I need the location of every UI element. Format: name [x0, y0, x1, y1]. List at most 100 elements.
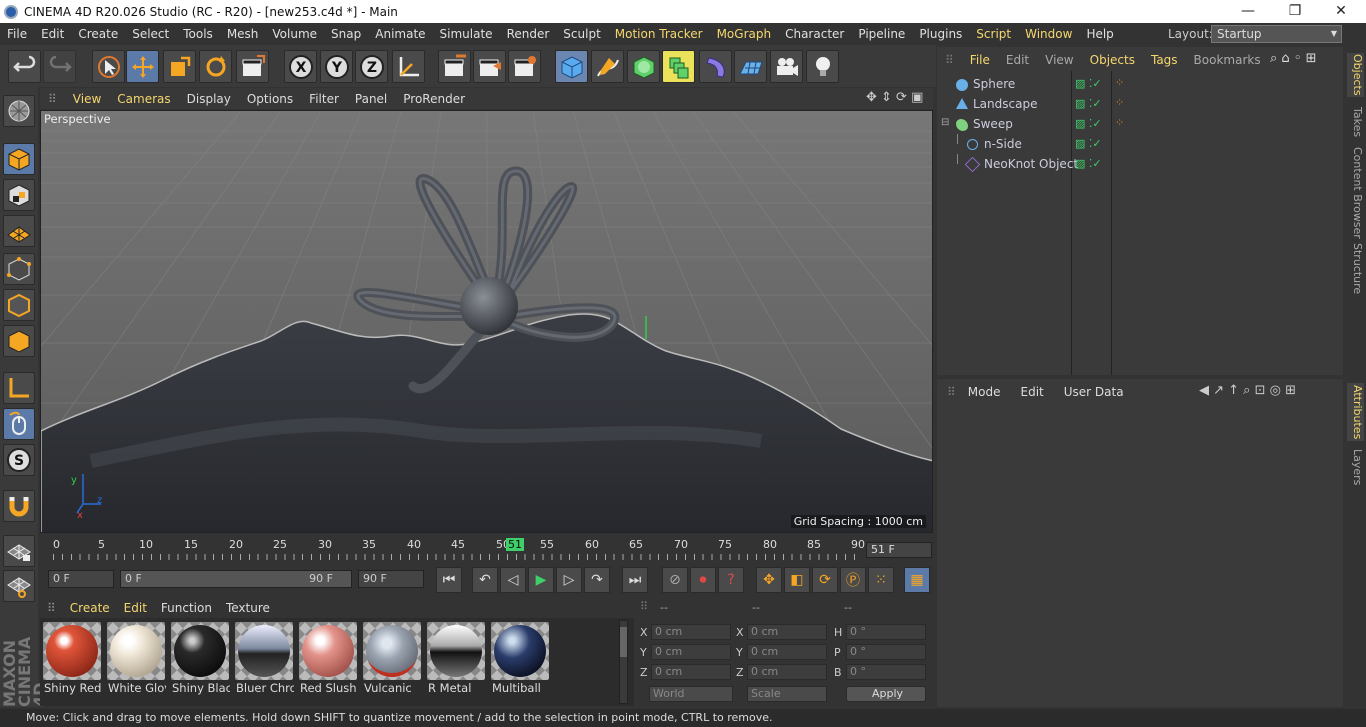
material-tag-icon[interactable]: ⁘ — [1115, 96, 1124, 109]
current-frame-field[interactable]: 51 F — [866, 542, 932, 558]
object-row-neoknot[interactable]: NeoKnot Object ▨ ⁚✓ — [937, 154, 1343, 174]
menu-help[interactable]: Help — [1079, 27, 1120, 41]
cube-object-button[interactable] — [555, 50, 588, 83]
tab-content-browser[interactable]: Content Browser — [1347, 147, 1364, 239]
visibility-flags[interactable]: ▨ ⁚✓ — [1075, 117, 1102, 130]
material-scrollbar[interactable] — [619, 620, 628, 704]
material-swatch[interactable]: Multiball — [490, 621, 550, 698]
frame-range-slider[interactable]: 0 F 90 F — [120, 570, 352, 588]
go-to-end-button[interactable]: ⏭ — [622, 567, 648, 593]
position-x-field[interactable]: 0 cm — [651, 624, 731, 640]
attrmgr-navigation-icons[interactable]: ◀ ↗ ↑ ⌕ ⊡ ◎ ⊞ — [1199, 383, 1296, 398]
tab-layers[interactable]: Layers — [1347, 449, 1364, 485]
key-scale-button[interactable]: ◧ — [784, 567, 810, 593]
size-x-field[interactable]: 0 cm — [747, 624, 827, 640]
array-mograph-button[interactable] — [662, 50, 695, 83]
viewport-menu-panel[interactable]: Panel — [347, 92, 395, 106]
previous-frame-button[interactable]: ◁ — [500, 567, 526, 593]
timeline-window-button[interactable]: ▦ — [904, 567, 930, 593]
objmgr-menu-tags[interactable]: Tags — [1143, 53, 1186, 67]
end-frame-field[interactable]: 90 F — [358, 570, 424, 588]
viewport-menu-options[interactable]: Options — [239, 92, 301, 106]
record-disabled-button[interactable]: ⊘ — [662, 567, 688, 593]
material-swatch[interactable]: Shiny Black — [170, 621, 230, 698]
object-row-sweep[interactable]: ⊟ Sweep ▨ ⁚✓ ⁘ — [937, 114, 1343, 134]
menu-sculpt[interactable]: Sculpt — [556, 27, 607, 41]
objmgr-menu-view[interactable]: View — [1037, 53, 1081, 67]
menu-render[interactable]: Render — [500, 27, 557, 41]
material-tag-icon[interactable]: ⁘ — [1115, 116, 1124, 129]
tweak-mode-button[interactable] — [3, 408, 35, 440]
light-object-button[interactable] — [806, 50, 839, 83]
viewport-menu-filter[interactable]: Filter — [301, 92, 347, 106]
material-swatch[interactable]: Shiny Red — [42, 621, 102, 698]
redo-button[interactable] — [43, 50, 76, 83]
y-axis-lock-button[interactable]: Y — [320, 50, 353, 83]
next-frame-button[interactable]: ▷ — [556, 567, 582, 593]
size-y-field[interactable]: 0 cm — [747, 644, 827, 660]
menu-snap[interactable]: Snap — [324, 27, 368, 41]
close-button[interactable]: ✕ — [1318, 0, 1364, 23]
material-swatch[interactable]: White Glov — [106, 621, 166, 698]
key-position-button[interactable]: ✥ — [756, 567, 782, 593]
timeline-ruler[interactable]: 0 5 10 15 20 25 30 35 40 45 50 51 55 60 … — [40, 535, 933, 565]
workplane-mode-button[interactable] — [3, 215, 35, 247]
object-row-n-side[interactable]: n-Side ▨ ⁚✓ — [937, 134, 1343, 154]
live-selection-button[interactable] — [92, 50, 125, 83]
key-rotation-button[interactable]: ⟳ — [812, 567, 838, 593]
objmgr-menu-objects[interactable]: Objects — [1082, 53, 1143, 67]
menu-edit[interactable]: Edit — [34, 27, 71, 41]
key-parameter-button[interactable]: Ⓟ — [840, 567, 866, 593]
planar-workplane-button[interactable] — [3, 570, 35, 602]
material-menu-create[interactable]: Create — [63, 601, 117, 615]
render-settings-button[interactable] — [508, 50, 541, 83]
floor-environment-button[interactable] — [734, 50, 767, 83]
tab-structure[interactable]: Structure — [1347, 243, 1364, 295]
tab-attributes[interactable]: Attributes — [1347, 383, 1364, 441]
make-editable-button[interactable] — [3, 95, 35, 127]
move-tool-button[interactable] — [126, 50, 159, 83]
objmgr-menu-file[interactable]: File — [962, 53, 998, 67]
menu-file[interactable]: File — [0, 27, 34, 41]
points-mode-button[interactable] — [3, 253, 35, 285]
record-active-objects-button[interactable]: ⏺ — [690, 567, 716, 593]
edges-mode-button[interactable] — [3, 289, 35, 321]
scrollbar-thumb[interactable] — [620, 627, 627, 657]
menu-mesh[interactable]: Mesh — [220, 27, 266, 41]
model-mode-button[interactable] — [3, 143, 35, 175]
snapping-button[interactable]: S — [3, 444, 35, 476]
go-to-start-button[interactable]: ⏮ — [436, 567, 462, 593]
attrmgr-menu-user-data[interactable]: User Data — [1054, 385, 1134, 399]
playhead-marker[interactable]: 51 — [506, 538, 524, 551]
objmgr-search-home-icons[interactable]: ⌕ ⌂ ◦ ⊞ — [1270, 51, 1317, 66]
rotation-b-field[interactable]: 0 ° — [846, 664, 926, 680]
material-swatch[interactable]: Vulcanic — [362, 621, 422, 698]
objmgr-menu-edit[interactable]: Edit — [998, 53, 1037, 67]
rotate-tool-button[interactable] — [199, 50, 232, 83]
material-swatch[interactable]: R Metal — [426, 621, 486, 698]
scale-tool-button[interactable] — [163, 50, 196, 83]
start-frame-field[interactable]: 0 F — [48, 570, 114, 588]
menu-script[interactable]: Script — [969, 27, 1018, 41]
menu-create[interactable]: Create — [71, 27, 125, 41]
menu-select[interactable]: Select — [125, 27, 176, 41]
material-swatch[interactable]: Bluer Chro — [234, 621, 294, 698]
viewport-navigation-icons[interactable]: ✥ ⇕ ⟳ ▣ — [866, 90, 923, 105]
tab-takes[interactable]: Takes — [1347, 105, 1364, 139]
menu-window[interactable]: Window — [1018, 27, 1079, 41]
coordinate-space-select[interactable]: World — [649, 686, 733, 702]
position-z-field[interactable]: 0 cm — [651, 664, 731, 680]
viewport-menu-display[interactable]: Display — [179, 92, 239, 106]
menu-mograph[interactable]: MoGraph — [710, 27, 779, 41]
x-axis-lock-button[interactable]: X — [284, 50, 317, 83]
texture-mode-button[interactable] — [3, 179, 35, 211]
viewport-menu-cameras[interactable]: Cameras — [109, 92, 178, 106]
render-picture-viewer-button[interactable] — [473, 50, 506, 83]
menu-plugins[interactable]: Plugins — [912, 27, 969, 41]
autokeying-button[interactable]: ? — [718, 567, 744, 593]
attrmgr-menu-mode[interactable]: Mode — [958, 385, 1011, 399]
enable-snap-button[interactable] — [3, 490, 35, 522]
menu-pipeline[interactable]: Pipeline — [851, 27, 912, 41]
next-key-button[interactable]: ↷ — [584, 567, 610, 593]
attrmgr-menu-edit[interactable]: Edit — [1011, 385, 1054, 399]
